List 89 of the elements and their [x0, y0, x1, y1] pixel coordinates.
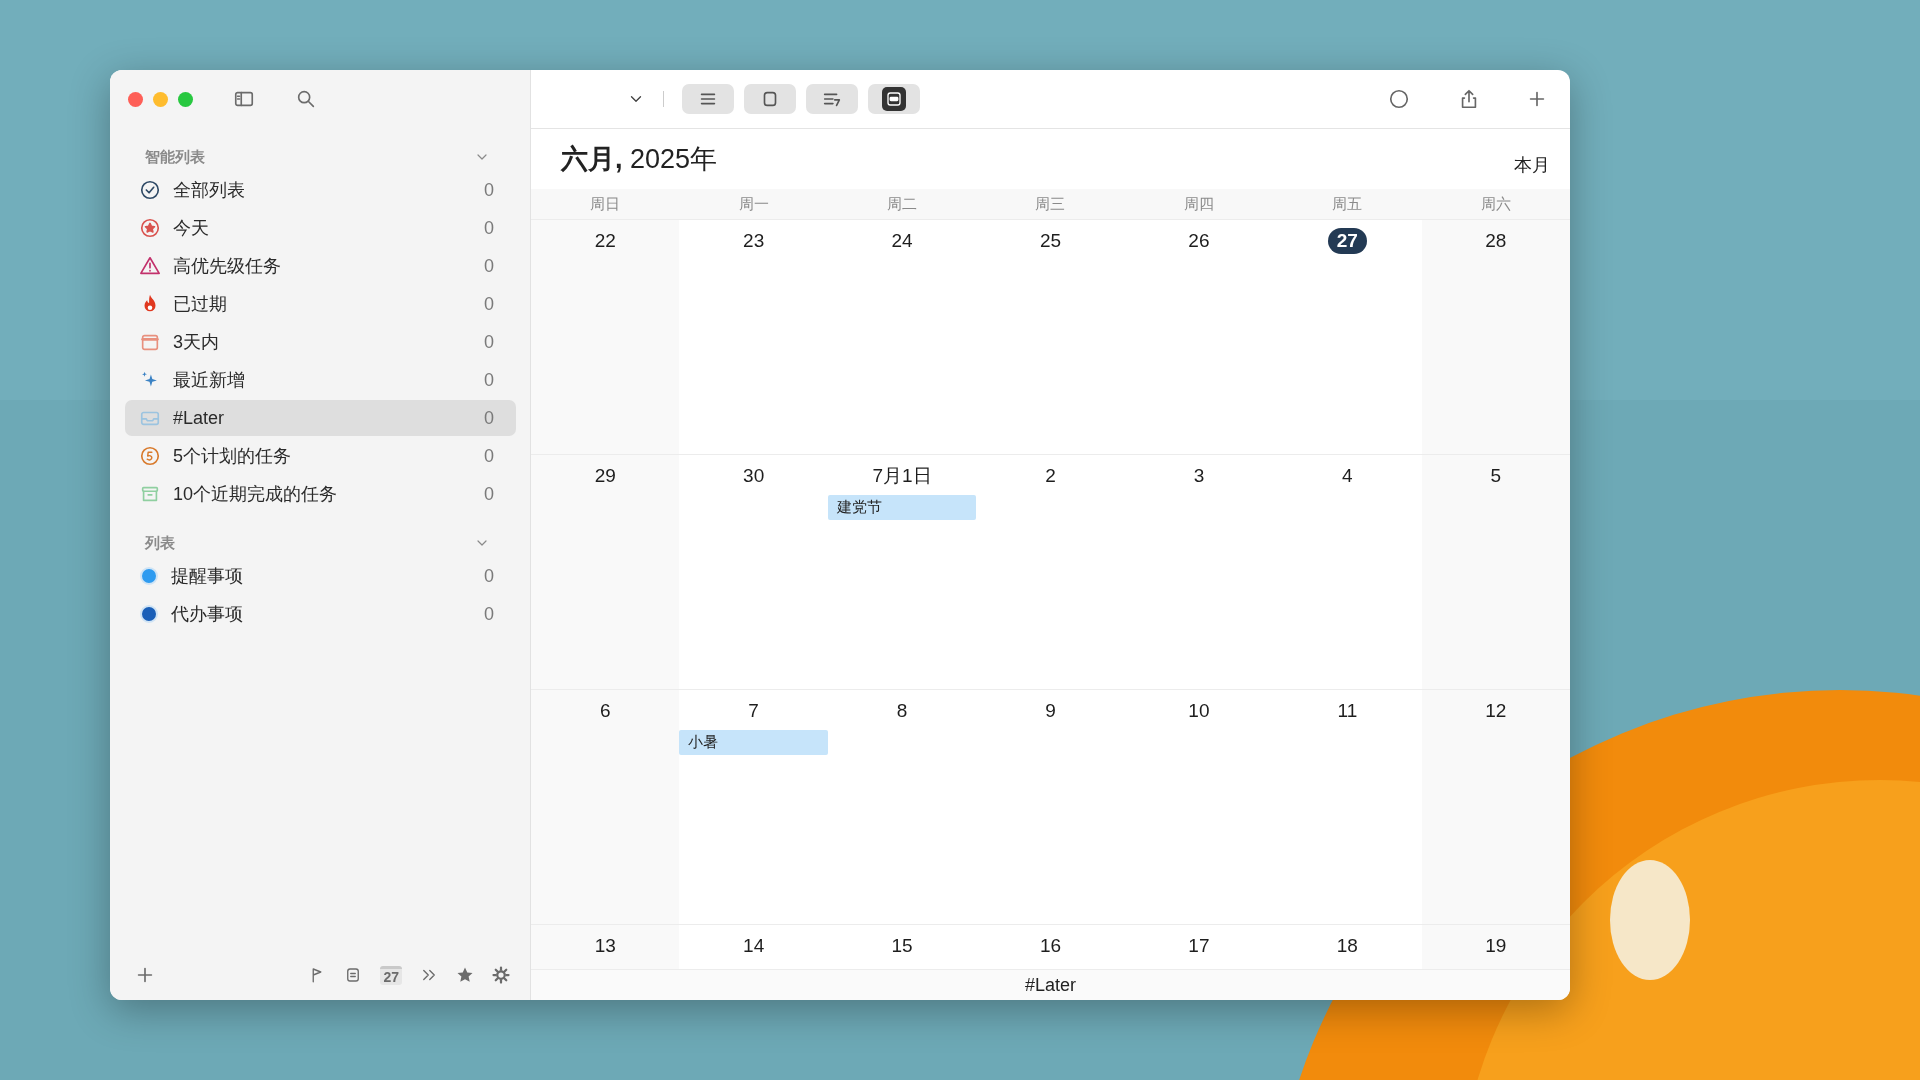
weekday-label: 周六 [1479, 194, 1512, 214]
item-count: 0 [484, 603, 494, 625]
day-number[interactable]: 10 [1179, 698, 1219, 724]
day-number[interactable]: 27 [1327, 228, 1367, 254]
day-number[interactable]: 7月1日 [863, 463, 941, 489]
day-number[interactable]: 16 [1030, 933, 1071, 959]
sidebar-item[interactable]: 最近新增 0 [125, 362, 516, 398]
day-number[interactable]: 17 [1179, 933, 1219, 959]
weekday-label: 周二 [886, 194, 919, 214]
item-count: 0 [484, 407, 494, 429]
day-number[interactable]: 25 [1030, 228, 1071, 254]
item-count: 0 [484, 217, 494, 239]
section-title: 智能列表 [145, 147, 205, 167]
number-circle-icon [139, 445, 161, 467]
day-number[interactable]: 30 [734, 463, 774, 489]
item-label: 3天内 [173, 331, 220, 354]
search-icon[interactable] [295, 88, 317, 110]
star-circle-icon [139, 217, 161, 239]
sidebar-item[interactable]: #Later 0 [125, 400, 516, 436]
item-label: #Later [173, 407, 226, 429]
day-number[interactable]: 28 [1476, 228, 1516, 254]
day-number[interactable]: 19 [1476, 933, 1516, 959]
sidebar-item[interactable]: 全部列表 0 [125, 172, 516, 208]
sidebar-item[interactable]: 今天 0 [125, 210, 516, 246]
day-number[interactable]: 22 [585, 228, 625, 254]
weekday-label: 周一 [737, 194, 770, 214]
day-number[interactable]: 13 [585, 933, 625, 959]
day-number[interactable]: 18 [1327, 933, 1367, 959]
item-count: 0 [484, 331, 494, 353]
item-label: 已过期 [173, 293, 228, 316]
day-number[interactable]: 12 [1476, 698, 1516, 724]
check-circle-icon [139, 179, 161, 201]
item-count: 0 [484, 293, 494, 315]
sidebar-item[interactable]: 5个计划的任务 0 [125, 438, 516, 474]
calendar-view-icon [885, 90, 903, 108]
day-number[interactable]: 9 [1036, 698, 1065, 724]
item-label: 5个计划的任务 [173, 445, 292, 468]
sidebar-item[interactable]: 已过期 0 [125, 286, 516, 322]
item-label: 高优先级任务 [173, 255, 282, 278]
circle-icon[interactable] [1388, 88, 1410, 110]
weekday-label: 周日 [589, 194, 622, 214]
sidebar-item[interactable]: 提醒事项 0 [125, 558, 516, 594]
item-label: 最近新增 [173, 369, 246, 392]
warning-icon [139, 255, 161, 277]
item-label: 代办事项 [171, 603, 244, 626]
sidebar-item[interactable]: 3天内 0 [125, 324, 516, 360]
item-count: 0 [484, 445, 494, 467]
weekday-label: 周四 [1182, 194, 1215, 214]
weekday-label: 周五 [1331, 194, 1364, 214]
item-label: 全部列表 [173, 179, 246, 202]
item-label: 提醒事项 [171, 565, 244, 588]
day-number[interactable]: 3 [1184, 463, 1214, 489]
day-number[interactable]: 5 [1481, 463, 1511, 489]
star-icon[interactable] [456, 966, 474, 984]
item-label: 10个近期完成的任务 [173, 483, 339, 506]
sidebar-item[interactable]: 高优先级任务 0 [125, 248, 516, 284]
day-number[interactable]: 26 [1179, 228, 1219, 254]
item-label: 今天 [173, 217, 210, 240]
calendar-event[interactable]: 建党节 [827, 495, 977, 520]
day-number[interactable]: 4 [1333, 463, 1362, 489]
sidebar-item[interactable]: 10个近期完成的任务 0 [125, 476, 516, 512]
item-count: 0 [484, 255, 494, 277]
day-number[interactable]: 7 [739, 698, 768, 724]
day-number[interactable]: 8 [887, 698, 917, 724]
day-number[interactable]: 24 [882, 228, 922, 254]
item-count: 0 [484, 369, 494, 391]
day-number[interactable]: 14 [734, 933, 774, 959]
day-number[interactable]: 2 [1036, 463, 1065, 489]
item-count: 0 [484, 179, 494, 201]
day-number[interactable]: 29 [585, 463, 625, 489]
sidebar-item[interactable]: 代办事项 0 [125, 596, 516, 632]
calendar-date-badge[interactable]: 27 [380, 965, 402, 985]
item-count: 0 [484, 483, 494, 505]
view-button[interactable] [868, 84, 920, 114]
day-number[interactable]: 23 [734, 228, 774, 254]
list-name: #Later [1024, 974, 1076, 996]
section-title: 列表 [145, 533, 175, 553]
settings-icon[interactable] [492, 966, 510, 984]
item-count: 0 [484, 565, 494, 587]
this-month-link[interactable]: 本月 [1514, 153, 1550, 177]
view-button[interactable] [744, 84, 796, 114]
day-number[interactable]: 15 [882, 933, 922, 959]
close-button[interactable] [128, 91, 143, 107]
weekday-label: 周三 [1034, 194, 1067, 214]
calendar-event[interactable]: 小暑 [679, 730, 828, 755]
day-number[interactable]: 11 [1328, 698, 1367, 724]
month-title: 六月, 2025年 [561, 143, 718, 176]
view-button[interactable] [806, 84, 858, 114]
day-number[interactable]: 6 [590, 698, 620, 724]
